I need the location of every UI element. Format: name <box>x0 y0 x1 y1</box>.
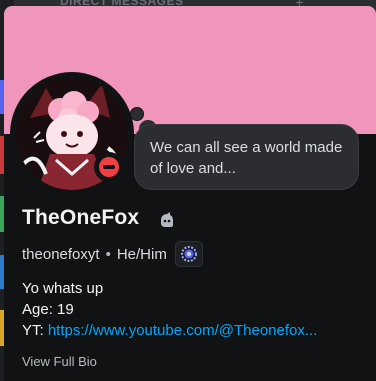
nitro-badge-icon <box>180 246 197 262</box>
view-full-bio-link[interactable]: View Full Bio <box>22 354 97 369</box>
bio-yt-label: YT: <box>22 322 48 339</box>
youtube-link[interactable]: https://www.youtube.com/@Theonefox... <box>48 322 318 339</box>
bot-badge-icon[interactable] <box>158 211 176 229</box>
profile-popout: We can all see a world made of love and.… <box>4 6 376 381</box>
pronouns: He/Him <box>116 245 167 263</box>
app-window: DIRECT MESSAGES + We can all see a world… <box>0 0 376 381</box>
custom-status-text: We can all see a world made of love and.… <box>150 139 343 177</box>
status-bubble-dot-small <box>130 107 144 121</box>
username-row: theonefoxyt • He/Him <box>22 241 203 267</box>
bio-line: YT: https://www.youtube.com/@Theonefox..… <box>22 320 372 341</box>
separator: • <box>105 245 111 263</box>
bio: Yo whats up Age: 19 YT: https://www.yout… <box>22 278 372 341</box>
bio-line: Age: 19 <box>22 301 74 318</box>
username[interactable]: theonefoxyt <box>22 246 100 263</box>
custom-status-bubble[interactable]: We can all see a world made of love and.… <box>134 124 359 190</box>
nitro-badge[interactable] <box>174 241 203 267</box>
display-name[interactable]: TheOneFox <box>22 206 139 230</box>
bio-line: Yo whats up <box>22 280 104 297</box>
dnd-status-icon <box>99 157 119 177</box>
